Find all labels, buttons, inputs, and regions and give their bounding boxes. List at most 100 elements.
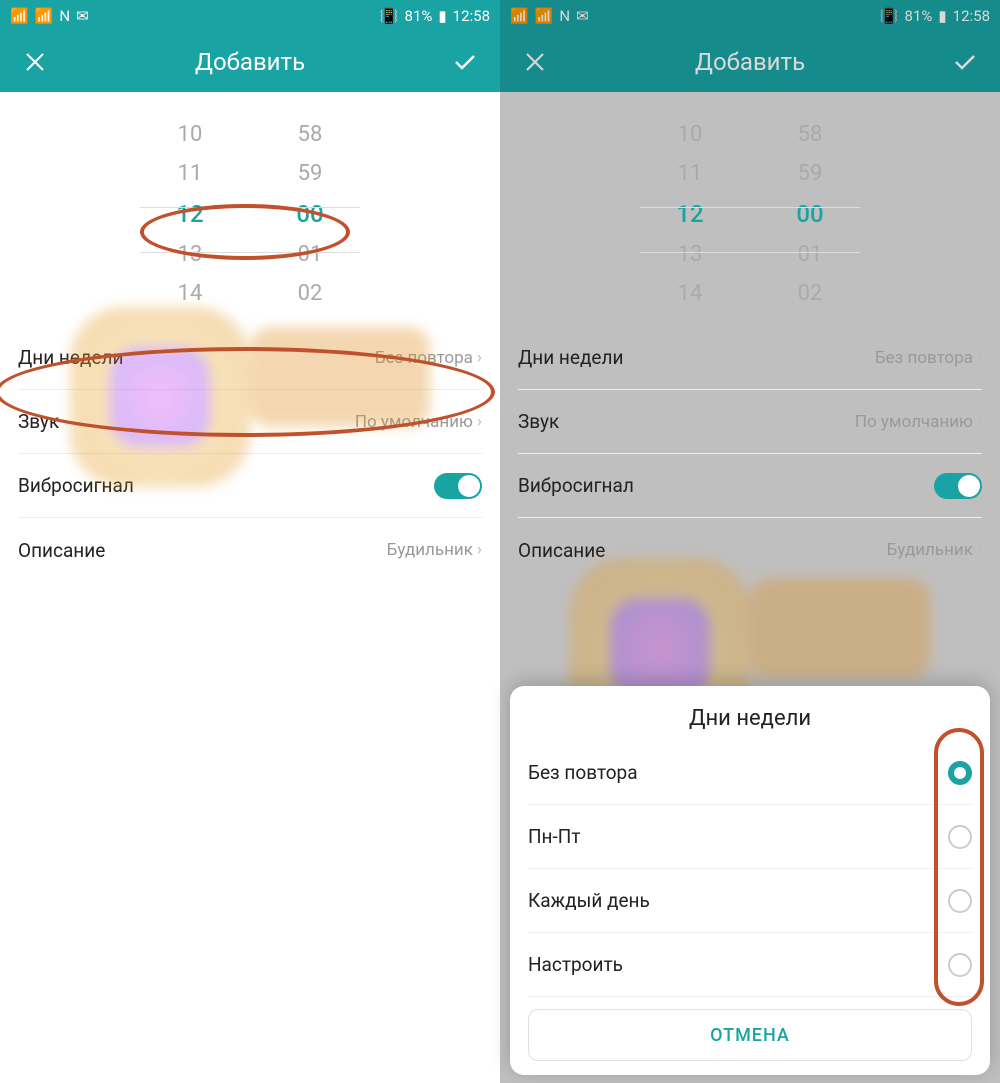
hour-option[interactable]: 10 [678,122,703,147]
minute-option[interactable]: 58 [798,122,823,147]
signal-icon-2: 📶 [35,7,54,25]
confirm-button[interactable] [450,47,480,77]
signal-icon: 📶 [10,7,29,25]
signal-icon-2: 📶 [535,7,554,25]
description-label: Описание [18,539,105,562]
screen-right: 📶 📶 N ✉ 📳 81% ▮ 12:58 Добавить [500,0,1000,1083]
hour-option[interactable]: 13 [178,242,203,267]
minute-wheel[interactable]: 58 59 00 01 02 [280,122,340,306]
nfc-icon: N [559,7,570,25]
row-vibrate[interactable]: Вибросигнал [18,454,482,518]
hour-selected[interactable]: 12 [176,200,203,228]
page-title: Добавить [695,48,805,76]
hour-option[interactable]: 11 [678,161,703,186]
option-label: Настроить [528,953,623,976]
hour-selected[interactable]: 12 [676,200,703,228]
close-icon [24,51,46,73]
hour-wheel[interactable]: 10 11 12 13 14 [160,122,220,306]
sheet-title: Дни недели [528,706,972,731]
sound-value: По умолчанию [855,412,973,432]
minute-wheel[interactable]: 58 59 00 01 02 [780,122,840,306]
clock-text: 12:58 [953,7,990,25]
days-label: Дни недели [518,346,623,369]
option-weekdays[interactable]: Пн-Пт [528,805,972,869]
option-everyday[interactable]: Каждый день [528,869,972,933]
cancel-button[interactable]: ОТМЕНА [528,1009,972,1061]
status-bar: 📶 📶 N ✉ 📳 81% ▮ 12:58 [0,0,500,32]
mail-icon: ✉ [576,7,589,25]
minute-selected[interactable]: 00 [296,200,323,228]
app-header: Добавить [500,32,1000,92]
option-no-repeat[interactable]: Без повтора [528,741,972,805]
radio-icon [948,889,972,913]
hour-option[interactable]: 14 [178,281,203,306]
close-button[interactable] [520,47,550,77]
screen-left: 📶 📶 N ✉ 📳 81% ▮ 12:58 Добавить [0,0,500,1083]
vibrate-toggle[interactable] [434,473,482,499]
chevron-right-icon: › [477,348,482,368]
radio-icon [948,825,972,849]
row-days[interactable]: Дни недели Без повтора› [518,326,982,390]
battery-icon: ▮ [938,7,946,25]
vibrate-icon: 📳 [380,7,399,25]
description-value: Будильник [887,540,973,560]
radio-selected-icon [948,761,972,785]
chevron-right-icon: › [977,348,982,368]
time-picker[interactable]: 10 11 12 13 14 58 59 00 01 02 [0,92,500,326]
row-days[interactable]: Дни недели Без повтора› [18,326,482,390]
close-icon [524,51,546,73]
days-bottom-sheet: Дни недели Без повтора Пн-Пт Каждый день… [510,686,990,1075]
row-description[interactable]: Описание Будильник› [18,518,482,582]
row-sound[interactable]: Звук По умолчанию› [518,390,982,454]
battery-text: 81% [405,7,433,25]
hour-option[interactable]: 10 [178,122,203,147]
minute-option[interactable]: 58 [298,122,323,147]
days-value: Без повтора [875,348,973,368]
page-title: Добавить [195,48,305,76]
sound-label: Звук [518,410,559,433]
battery-icon: ▮ [438,7,446,25]
chevron-right-icon: › [477,412,482,432]
minute-option[interactable]: 59 [798,161,823,186]
hour-option[interactable]: 11 [178,161,203,186]
sound-value: По умолчанию [355,412,473,432]
minute-option[interactable]: 01 [798,242,823,267]
hour-option[interactable]: 13 [678,242,703,267]
minute-option[interactable]: 59 [298,161,323,186]
description-label: Описание [518,539,605,562]
mail-icon: ✉ [76,7,89,25]
chevron-right-icon: › [477,540,482,560]
close-button[interactable] [20,47,50,77]
vibrate-label: Вибросигнал [518,474,634,497]
minute-option[interactable]: 01 [298,242,323,267]
minute-selected[interactable]: 00 [796,200,823,228]
app-header: Добавить [0,32,500,92]
signal-icon: 📶 [510,7,529,25]
row-vibrate[interactable]: Вибросигнал [518,454,982,518]
settings-list: Дни недели Без повтора› Звук По умолчани… [500,326,1000,582]
confirm-button[interactable] [950,47,980,77]
battery-text: 81% [905,7,933,25]
option-label: Каждый день [528,889,650,912]
minute-option[interactable]: 02 [298,281,323,306]
option-label: Без повтора [528,761,638,784]
row-description[interactable]: Описание Будильник› [518,518,982,582]
radio-icon [948,953,972,977]
chevron-right-icon: › [977,412,982,432]
check-icon [952,49,978,75]
hour-wheel[interactable]: 10 11 12 13 14 [660,122,720,306]
option-custom[interactable]: Настроить [528,933,972,997]
vibrate-toggle[interactable] [934,473,982,499]
sound-label: Звук [18,410,59,433]
description-value: Будильник [387,540,473,560]
option-label: Пн-Пт [528,825,580,848]
chevron-right-icon: › [977,540,982,560]
settings-list: Дни недели Без повтора› Звук По умолчани… [0,326,500,582]
hour-option[interactable]: 14 [678,281,703,306]
clock-text: 12:58 [453,7,490,25]
status-bar: 📶 📶 N ✉ 📳 81% ▮ 12:58 [500,0,1000,32]
main-content: 10 11 12 13 14 58 59 00 01 02 Дни недели… [0,92,500,582]
time-picker[interactable]: 10 11 12 13 14 58 59 00 01 02 [500,92,1000,326]
minute-option[interactable]: 02 [798,281,823,306]
row-sound[interactable]: Звук По умолчанию› [18,390,482,454]
